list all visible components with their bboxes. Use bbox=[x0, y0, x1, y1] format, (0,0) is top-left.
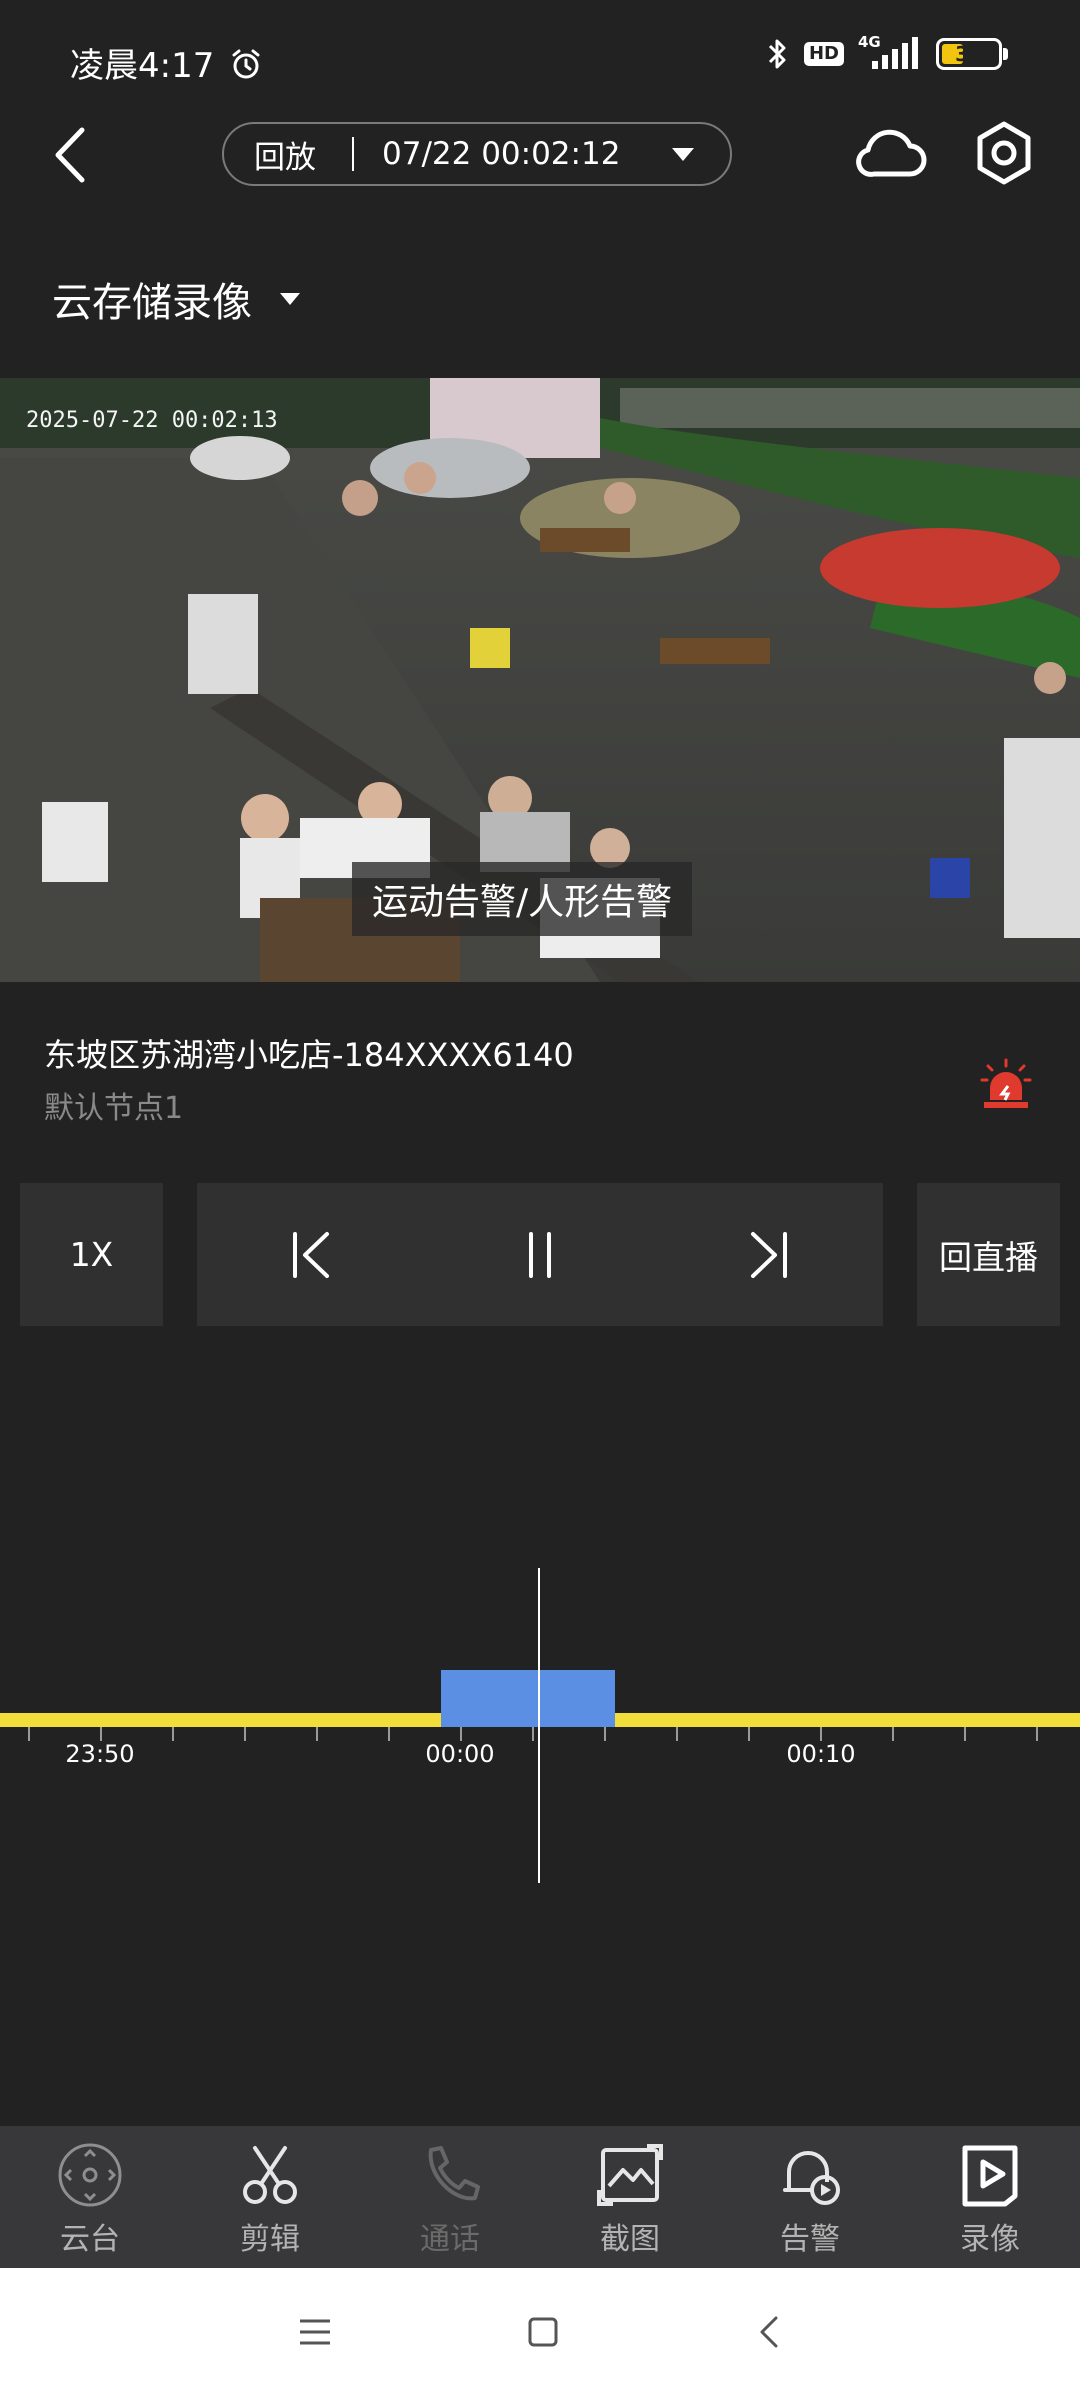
settings-button[interactable] bbox=[972, 118, 1036, 192]
timeline-tick bbox=[964, 1727, 966, 1741]
hd-badge: HD bbox=[803, 42, 844, 66]
alarm-bell-icon bbox=[783, 2151, 840, 2205]
timeline-tick bbox=[100, 1727, 102, 1741]
back-button[interactable] bbox=[46, 120, 96, 190]
ptz-icon bbox=[58, 2143, 122, 2207]
timeline-tick bbox=[28, 1727, 30, 1741]
timeline-label: 00:10 bbox=[786, 1740, 856, 1768]
playback-datetime-selector[interactable]: 回放 07/22 00:02:12 bbox=[222, 122, 732, 186]
battery-indicator: 39 bbox=[936, 38, 1008, 70]
record-icon bbox=[962, 2145, 1018, 2207]
osd-timestamp: 2025-07-22 00:02:13 bbox=[26, 408, 278, 433]
playback-mode: 回放 bbox=[254, 139, 316, 176]
system-back-button[interactable] bbox=[754, 2314, 782, 2354]
dropdown-caret-icon bbox=[672, 147, 694, 161]
alarm-overlay: 运动告警/人形告警 bbox=[352, 862, 693, 936]
next-button[interactable] bbox=[729, 1215, 809, 1295]
status-time: 凌晨4:17 bbox=[70, 38, 263, 87]
signal-icon bbox=[872, 37, 918, 69]
phone-icon bbox=[428, 2146, 480, 2201]
menu-button[interactable] bbox=[298, 2317, 332, 2351]
skip-next-icon bbox=[750, 1231, 787, 1278]
alarm-clock-icon bbox=[232, 49, 260, 79]
storage-source-selector[interactable]: 云存储录像 bbox=[52, 270, 300, 328]
battery-icon: 39 bbox=[936, 38, 1002, 70]
divider bbox=[352, 137, 354, 171]
tab-clip[interactable]: 剪辑 bbox=[180, 2126, 360, 2268]
timeline-tick bbox=[244, 1727, 246, 1741]
playback-datetime: 07/22 00:02:12 bbox=[382, 136, 621, 172]
chevron-left-icon bbox=[55, 127, 85, 183]
timeline-recording-segment[interactable] bbox=[441, 1670, 615, 1727]
timeline-tick bbox=[820, 1727, 822, 1741]
timeline-tick bbox=[1036, 1727, 1038, 1741]
video-player[interactable]: 2025-07-22 00:02:13 运动告警/人形告警 bbox=[0, 378, 1080, 982]
bluetooth-icon bbox=[768, 39, 786, 69]
tab-recording[interactable]: 录像 bbox=[900, 2126, 1080, 2268]
tab-label: 剪辑 bbox=[240, 2222, 300, 2257]
dropdown-caret-icon bbox=[280, 293, 300, 305]
timeline-tick bbox=[388, 1727, 390, 1741]
tab-alarm[interactable]: 告警 bbox=[720, 2126, 900, 2268]
tab-label: 告警 bbox=[780, 2222, 840, 2257]
system-navigation-bar bbox=[0, 2268, 1080, 2400]
menu-icon bbox=[299, 2319, 330, 2345]
timeline-label: 00:00 bbox=[425, 1740, 495, 1768]
playback-speed-button[interactable]: 1X bbox=[20, 1183, 163, 1326]
siren-icon bbox=[980, 1058, 1032, 1108]
screenshot-icon bbox=[597, 2144, 663, 2206]
tab-label: 通话 bbox=[420, 2222, 480, 2257]
tab-call[interactable]: 通话 bbox=[360, 2126, 540, 2268]
skip-previous-icon bbox=[293, 1231, 330, 1278]
status-time-text: 凌晨4:17 bbox=[70, 46, 215, 86]
timeline-label: 23:50 bbox=[65, 1740, 135, 1768]
timeline-cursor[interactable] bbox=[538, 1568, 540, 1883]
tab-label: 云台 bbox=[60, 2222, 120, 2257]
timeline-tick bbox=[604, 1727, 606, 1741]
settings-hexagon-icon bbox=[977, 121, 1031, 185]
storage-source-label: 云存储录像 bbox=[52, 280, 252, 326]
signal-indicator: 4G bbox=[858, 33, 922, 71]
siren-button[interactable] bbox=[978, 1056, 1034, 1116]
tab-ptz[interactable]: 云台 bbox=[0, 2126, 180, 2268]
timeline-tick bbox=[748, 1727, 750, 1741]
timeline-tick bbox=[676, 1727, 678, 1741]
timeline-tick bbox=[532, 1727, 534, 1741]
pause-button[interactable] bbox=[500, 1215, 580, 1295]
device-node: 默认节点1 bbox=[44, 1091, 184, 1126]
bottom-tab-bar: 云台 剪辑 通话 截图 告警 录像 bbox=[0, 2126, 1080, 2268]
timeline-tick bbox=[892, 1727, 894, 1741]
cloud-icon bbox=[856, 129, 927, 177]
tab-screenshot[interactable]: 截图 bbox=[540, 2126, 720, 2268]
device-name: 东坡区苏湖湾小吃店-184XXXX6140 bbox=[44, 1036, 574, 1074]
timeline-tick bbox=[460, 1727, 462, 1741]
cloud-button[interactable] bbox=[854, 118, 928, 192]
status-icons: HD 4G 39 bbox=[766, 33, 1008, 72]
back-triangle-icon bbox=[760, 2316, 778, 2348]
home-square-icon bbox=[528, 2317, 558, 2347]
previous-button[interactable] bbox=[271, 1215, 351, 1295]
transport-controls bbox=[197, 1183, 883, 1326]
scissors-icon bbox=[243, 2146, 297, 2204]
tab-label: 截图 bbox=[600, 2222, 660, 2257]
home-button[interactable] bbox=[527, 2316, 559, 2352]
timeline-tick bbox=[316, 1727, 318, 1741]
battery-level: 39 bbox=[955, 42, 983, 66]
pause-icon bbox=[528, 1231, 551, 1278]
timeline-tick bbox=[172, 1727, 174, 1741]
tab-label: 录像 bbox=[960, 2222, 1020, 2257]
back-to-live-button[interactable]: 回直播 bbox=[917, 1183, 1060, 1326]
